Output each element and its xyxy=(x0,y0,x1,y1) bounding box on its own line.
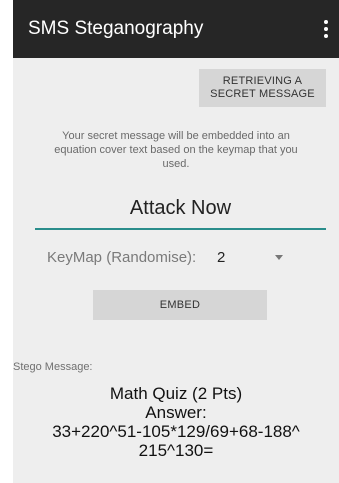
info-text-line3: used. xyxy=(162,158,190,170)
stego-message-text: Math Quiz (2 Pts) Answer: 33+220^51-105*… xyxy=(13,384,339,460)
stego-line4: 215^130= xyxy=(138,441,214,460)
keymap-row: KeyMap (Randomise): 2 xyxy=(47,247,317,269)
app-bar: SMS Steganography xyxy=(13,0,339,58)
dropdown-arrow-icon[interactable] xyxy=(275,255,283,260)
app-title: SMS Steganography xyxy=(28,18,204,39)
info-text: Your secret message will be embedded int… xyxy=(27,129,325,171)
stego-line3: 33+220^51-105*129/69+68-188^ xyxy=(52,422,300,441)
secret-message-input[interactable]: Attack Now xyxy=(35,194,326,230)
embed-button[interactable]: EMBED xyxy=(93,290,267,320)
info-text-line1: Your secret message will be embedded int… xyxy=(62,130,290,142)
stego-line2: Answer: xyxy=(145,403,207,422)
keymap-label: KeyMap (Randomise): xyxy=(47,249,197,266)
keymap-select[interactable]: 2 xyxy=(217,247,225,269)
stego-message-label: Stego Message: xyxy=(13,361,93,373)
info-text-line2: equation cover text based on the keymap … xyxy=(54,144,298,156)
retrieve-button-label-line2: SECRET MESSAGE xyxy=(210,88,315,100)
more-vert-icon[interactable] xyxy=(323,20,329,38)
app-screen: SMS Steganography RETRIEVING A SECRET ME… xyxy=(13,0,339,483)
stego-line1: Math Quiz (2 Pts) xyxy=(109,384,243,403)
retrieve-secret-message-button[interactable]: RETRIEVING A SECRET MESSAGE xyxy=(199,69,326,107)
retrieve-button-label-line1: RETRIEVING A xyxy=(222,75,303,87)
